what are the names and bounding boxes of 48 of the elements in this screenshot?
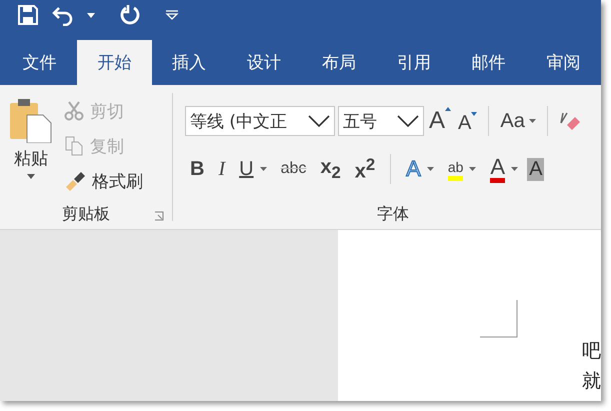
group-label: 剪贴板	[62, 204, 110, 224]
chevron-icon	[308, 115, 330, 127]
caret-icon	[426, 167, 434, 171]
format-button[interactable]: U	[234, 158, 272, 180]
caret-icon	[27, 174, 35, 179]
grow-font-button[interactable]: A	[427, 107, 454, 135]
caret-icon	[511, 167, 518, 171]
group-label: 字体	[377, 204, 409, 224]
format-button[interactable]: I	[213, 158, 230, 180]
font-size-field[interactable]: 五号	[338, 106, 424, 136]
ribbon-tab[interactable]: 布局	[302, 40, 376, 85]
save-icon[interactable]	[17, 4, 39, 26]
font-name-field[interactable]: 等线 (中文正	[185, 106, 335, 136]
ribbon-tab[interactable]: 文件	[2, 40, 77, 85]
ribbon-tab[interactable]: 设计	[226, 40, 302, 85]
margin-corner-mark	[480, 300, 518, 338]
shrink-font-button[interactable]: A	[456, 112, 480, 134]
format-button[interactable]: B	[185, 158, 210, 180]
highlight-button[interactable]: ab	[442, 158, 482, 180]
undo-icon[interactable]	[51, 4, 75, 26]
chevron-icon	[397, 115, 419, 127]
caret-icon[interactable]	[87, 12, 95, 18]
customize-caret-icon[interactable]	[165, 10, 179, 20]
redo-icon[interactable]	[119, 4, 141, 26]
caret-icon	[528, 119, 536, 123]
scissors-icon	[64, 101, 84, 121]
ribbon-tab[interactable]: 邮件	[451, 40, 526, 85]
triangle-up-icon	[445, 107, 452, 111]
clipboard-button[interactable]: 格式刷	[62, 167, 145, 195]
paste-button[interactable]: 粘贴	[0, 97, 62, 189]
font-color-button[interactable]: A	[485, 156, 524, 182]
format-button[interactable]: x$_{2}$	[315, 156, 346, 182]
shading-button[interactable]: A	[527, 158, 544, 180]
ribbon-tab[interactable]: 引用	[376, 40, 452, 85]
caret-icon	[469, 167, 476, 171]
document-text: 吧	[582, 339, 601, 364]
copy-icon	[64, 136, 84, 156]
format-button[interactable]: x$^{2}$	[350, 154, 380, 184]
caret-icon	[260, 167, 267, 171]
change-case-button[interactable]: Aa	[498, 110, 538, 132]
brush-icon	[64, 171, 86, 191]
triangle-down-icon	[471, 112, 478, 116]
document-text: 就	[582, 369, 601, 394]
ribbon-tab[interactable]: 开始	[76, 40, 152, 85]
ribbon-tab[interactable]: 插入	[152, 40, 227, 85]
ribbon-tab[interactable]: 审阅	[526, 40, 601, 85]
dialog-launcher-icon[interactable]	[154, 211, 164, 221]
clipboard-icon	[9, 97, 53, 143]
